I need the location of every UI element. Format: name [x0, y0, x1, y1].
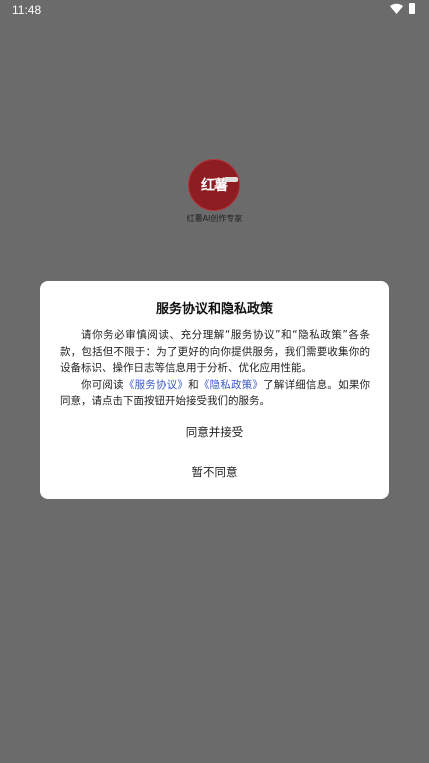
dialog-paragraph-2: 你可阅读《服务协议》和《隐私政策》了解详细信息。如果你同意，请点击下面按钮开始接…: [60, 377, 370, 410]
status-time: 11:48: [12, 3, 42, 17]
privacy-dialog: 服务协议和隐私政策 请你务必审慎阅读、充分理解“服务协议”和“隐私政策”各条款，…: [40, 281, 389, 499]
agree-button[interactable]: 同意并接受: [40, 424, 389, 440]
logo-tag: [224, 177, 238, 182]
logo-circle: 红薯: [188, 159, 240, 211]
wifi-icon: [390, 3, 403, 14]
status-bar: 11:48: [0, 0, 429, 20]
dialog-title: 服务协议和隐私政策: [155, 302, 273, 317]
p2-text-before: 你可阅读: [81, 378, 124, 391]
battery-icon: [409, 3, 415, 14]
app-name: 红薯AI创作专家: [186, 214, 243, 223]
p2-text-and: 和: [188, 378, 199, 391]
privacy-policy-link[interactable]: 《隐私政策》: [199, 379, 263, 391]
service-agreement-link[interactable]: 《服务协议》: [124, 379, 188, 391]
app-logo: 红薯: [188, 159, 240, 211]
status-icons: [390, 3, 415, 14]
disagree-button[interactable]: 暂不同意: [40, 464, 389, 480]
dialog-body: 请你务必审慎阅读、充分理解“服务协议”和“隐私政策”各条款，包括但不限于：为了更…: [60, 327, 370, 410]
dialog-paragraph-1: 请你务必审慎阅读、充分理解“服务协议”和“隐私政策”各条款，包括但不限于：为了更…: [60, 329, 370, 374]
